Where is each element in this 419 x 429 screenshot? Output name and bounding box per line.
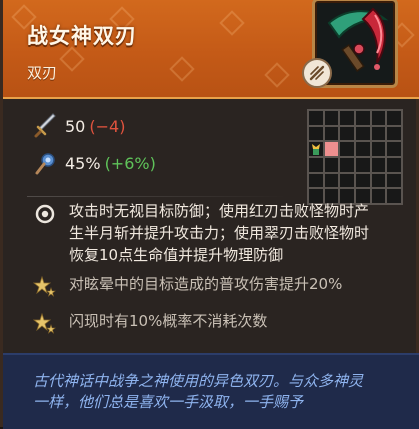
effect-dash-free: 闪现时有10%概率不消耗次数 <box>32 310 268 336</box>
star-icon <box>32 312 57 336</box>
attack-value: 50 <box>65 116 86 136</box>
range-hit-cell <box>324 142 339 156</box>
effect-main: 攻击时无视目标防御；使用红刃击败怪物时产 生半月斩并提升攻击力；使用翠刃击败怪物… <box>33 200 369 266</box>
effect-stun-bonus-text: 对眩晕中的目标造成的普攻伤害提升20% <box>69 275 343 293</box>
attack-range-grid <box>307 109 403 205</box>
target-icon <box>33 202 57 226</box>
item-name: 战女神双刃 <box>27 24 137 48</box>
crit-icon <box>33 150 59 176</box>
player-position-icon <box>309 142 323 156</box>
crit-modifier: (+6%) <box>104 153 156 173</box>
sword-icon <box>33 113 59 139</box>
effect-stun-bonus: 对眩晕中的目标造成的普攻伤害提升20% <box>32 273 343 299</box>
slash-badge-icon <box>302 58 332 88</box>
item-type: 双刃 <box>27 64 58 82</box>
crit-value: 45% <box>65 153 101 173</box>
star-icon <box>32 275 57 299</box>
flavor-box: 古代神话中战争之神使用的异色双刃。与众多神灵 一样，他们总是喜欢一手汲取，一手赐… <box>3 353 419 429</box>
item-header: 战女神双刃 双刃 <box>3 0 419 99</box>
stat-attack: 50 (−4) <box>33 113 125 139</box>
flavor-text: 古代神话中战争之神使用的异色双刃。与众多神灵 一样，他们总是喜欢一手汲取，一手赐… <box>33 372 364 411</box>
section-divider <box>27 196 287 197</box>
effect-dash-free-text: 闪现时有10%概率不消耗次数 <box>69 312 268 330</box>
effect-main-text: 攻击时无视目标防御；使用红刃击败怪物时产 生半月斩并提升攻击力；使用翠刃击败怪物… <box>69 202 370 264</box>
stat-crit: 45% (+6%) <box>33 150 156 176</box>
attack-modifier: (−4) <box>89 116 126 136</box>
item-tooltip: 战女神双刃 双刃 50 (−4) 45% (+6%) 攻击时无视目标防御；使用红… <box>0 0 419 429</box>
